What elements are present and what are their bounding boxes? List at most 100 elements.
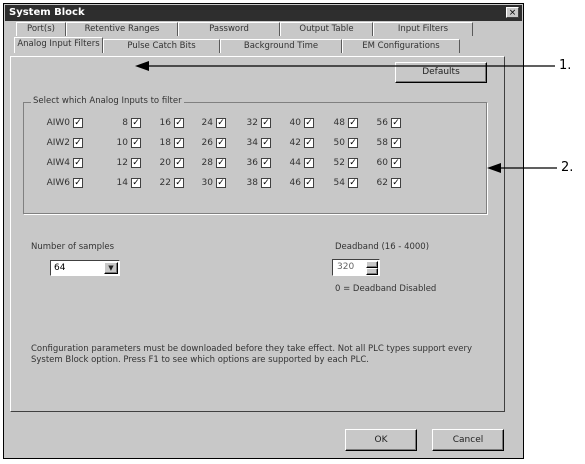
filter-input-58[interactable]: 58 ✓ — [376, 137, 401, 149]
filter-input-label: AIW6 — [46, 178, 70, 188]
title-bar: System Block × — [5, 5, 522, 21]
filter-input-22[interactable]: 22 ✓ — [159, 177, 184, 189]
filter-input-28[interactable]: 28 ✓ — [201, 157, 226, 169]
filter-input-10[interactable]: 10 ✓ — [116, 137, 141, 149]
filter-checkbox[interactable]: ✓ — [216, 138, 226, 148]
filter-input-26[interactable]: 26 ✓ — [201, 137, 226, 149]
filter-input-label: AIW2 — [46, 138, 70, 148]
filter-input-30[interactable]: 30 ✓ — [201, 177, 226, 189]
chevron-down-icon[interactable]: ▼ — [104, 262, 118, 274]
filter-input-20[interactable]: 20 ✓ — [159, 157, 184, 169]
filter-checkbox[interactable]: ✓ — [391, 158, 401, 168]
filter-checkbox[interactable]: ✓ — [174, 118, 184, 128]
tab-ports[interactable]: Port(s) — [16, 22, 66, 36]
filter-input-54[interactable]: 54 ✓ — [333, 177, 358, 189]
filter-checkbox[interactable]: ✓ — [131, 118, 141, 128]
filter-checkbox[interactable]: ✓ — [73, 158, 83, 168]
filter-input-32[interactable]: 32 ✓ — [246, 117, 271, 129]
filter-checkbox[interactable]: ✓ — [216, 118, 226, 128]
filter-input-label: 56 — [376, 118, 388, 128]
filter-input-label: 30 — [201, 178, 213, 188]
tab-password[interactable]: Password — [178, 22, 280, 36]
filter-input-38[interactable]: 38 ✓ — [246, 177, 271, 189]
filter-input-40[interactable]: 40 ✓ — [289, 117, 314, 129]
filter-input-label: 8 — [122, 118, 128, 128]
filter-checkbox[interactable]: ✓ — [348, 118, 358, 128]
filter-checkbox[interactable]: ✓ — [261, 178, 271, 188]
filter-input-label: 54 — [333, 178, 345, 188]
filter-checkbox[interactable]: ✓ — [131, 178, 141, 188]
filter-input-aiw6[interactable]: AIW6 ✓ — [45, 177, 83, 189]
spin-up-icon[interactable] — [366, 261, 378, 268]
filter-input-56[interactable]: 56 ✓ — [376, 117, 401, 129]
filter-input-52[interactable]: 52 ✓ — [333, 157, 358, 169]
tab-analog-input-filters[interactable]: Analog Input Filters — [14, 37, 103, 53]
filter-input-42[interactable]: 42 ✓ — [289, 137, 314, 149]
filter-input-aiw0[interactable]: AIW0 ✓ — [45, 117, 83, 129]
filter-input-14[interactable]: 14 ✓ — [116, 177, 141, 189]
filter-input-label: 40 — [289, 118, 301, 128]
filter-checkbox[interactable]: ✓ — [216, 178, 226, 188]
tab-background-time[interactable]: Background Time — [220, 39, 342, 53]
filter-checkbox[interactable]: ✓ — [391, 138, 401, 148]
filter-checkbox[interactable]: ✓ — [216, 158, 226, 168]
filter-checkbox[interactable]: ✓ — [304, 138, 314, 148]
filter-checkbox[interactable]: ✓ — [73, 138, 83, 148]
filter-input-label: 32 — [246, 118, 258, 128]
filter-checkbox[interactable]: ✓ — [391, 178, 401, 188]
tab-retentive-ranges[interactable]: Retentive Ranges — [66, 22, 178, 36]
callout-label-1: 1. — [559, 58, 572, 73]
filter-input-label: 14 — [116, 178, 128, 188]
filter-input-24[interactable]: 24 ✓ — [201, 117, 226, 129]
tab-input-filters[interactable]: Input Filters — [373, 22, 473, 36]
filter-input-aiw4[interactable]: AIW4 ✓ — [45, 157, 83, 169]
filter-input-50[interactable]: 50 ✓ — [333, 137, 358, 149]
filter-checkbox[interactable]: ✓ — [261, 138, 271, 148]
filter-input-8[interactable]: 8 ✓ — [116, 117, 141, 129]
filter-input-36[interactable]: 36 ✓ — [246, 157, 271, 169]
filter-input-label: 44 — [289, 158, 301, 168]
callout-arrow-1 — [135, 61, 555, 71]
filter-checkbox[interactable]: ✓ — [348, 158, 358, 168]
filter-input-label: 48 — [333, 118, 345, 128]
filter-input-16[interactable]: 16 ✓ — [159, 117, 184, 129]
filter-input-12[interactable]: 12 ✓ — [116, 157, 141, 169]
filter-checkbox[interactable]: ✓ — [131, 138, 141, 148]
filter-checkbox[interactable]: ✓ — [174, 178, 184, 188]
filter-input-18[interactable]: 18 ✓ — [159, 137, 184, 149]
filter-checkbox[interactable]: ✓ — [304, 158, 314, 168]
filter-input-34[interactable]: 34 ✓ — [246, 137, 271, 149]
spin-down-icon[interactable] — [366, 268, 378, 275]
cancel-button[interactable]: Cancel — [432, 429, 504, 451]
close-button[interactable]: × — [506, 7, 519, 18]
filter-input-60[interactable]: 60 ✓ — [376, 157, 401, 169]
tab-em-configurations[interactable]: EM Configurations — [342, 39, 460, 53]
filter-input-48[interactable]: 48 ✓ — [333, 117, 358, 129]
tab-output-table[interactable]: Output Table — [280, 22, 373, 36]
filter-checkbox[interactable]: ✓ — [73, 178, 83, 188]
filter-checkbox[interactable]: ✓ — [304, 178, 314, 188]
tab-pulse-catch-bits[interactable]: Pulse Catch Bits — [103, 39, 220, 53]
deadband-spinner[interactable]: 320 — [332, 259, 380, 276]
filter-checkbox[interactable]: ✓ — [174, 138, 184, 148]
filter-checkbox[interactable]: ✓ — [348, 138, 358, 148]
filter-input-62[interactable]: 62 ✓ — [376, 177, 401, 189]
filter-input-label: AIW4 — [46, 158, 70, 168]
filter-checkbox[interactable]: ✓ — [261, 158, 271, 168]
filter-checkbox[interactable]: ✓ — [174, 158, 184, 168]
filter-checkbox[interactable]: ✓ — [131, 158, 141, 168]
filter-checkbox[interactable]: ✓ — [73, 118, 83, 128]
filter-input-label: AIW0 — [46, 118, 70, 128]
filter-checkbox[interactable]: ✓ — [304, 118, 314, 128]
ok-button[interactable]: OK — [345, 429, 417, 451]
deadband-note: 0 = Deadband Disabled — [335, 284, 437, 294]
filter-checkbox[interactable]: ✓ — [348, 178, 358, 188]
samples-select[interactable]: 64 ▼ — [50, 260, 120, 276]
filter-checkbox[interactable]: ✓ — [391, 118, 401, 128]
filter-input-label: 28 — [201, 158, 213, 168]
filter-checkbox[interactable]: ✓ — [261, 118, 271, 128]
filter-input-aiw2[interactable]: AIW2 ✓ — [45, 137, 83, 149]
filter-input-label: 26 — [201, 138, 213, 148]
filter-input-44[interactable]: 44 ✓ — [289, 157, 314, 169]
filter-input-46[interactable]: 46 ✓ — [289, 177, 314, 189]
